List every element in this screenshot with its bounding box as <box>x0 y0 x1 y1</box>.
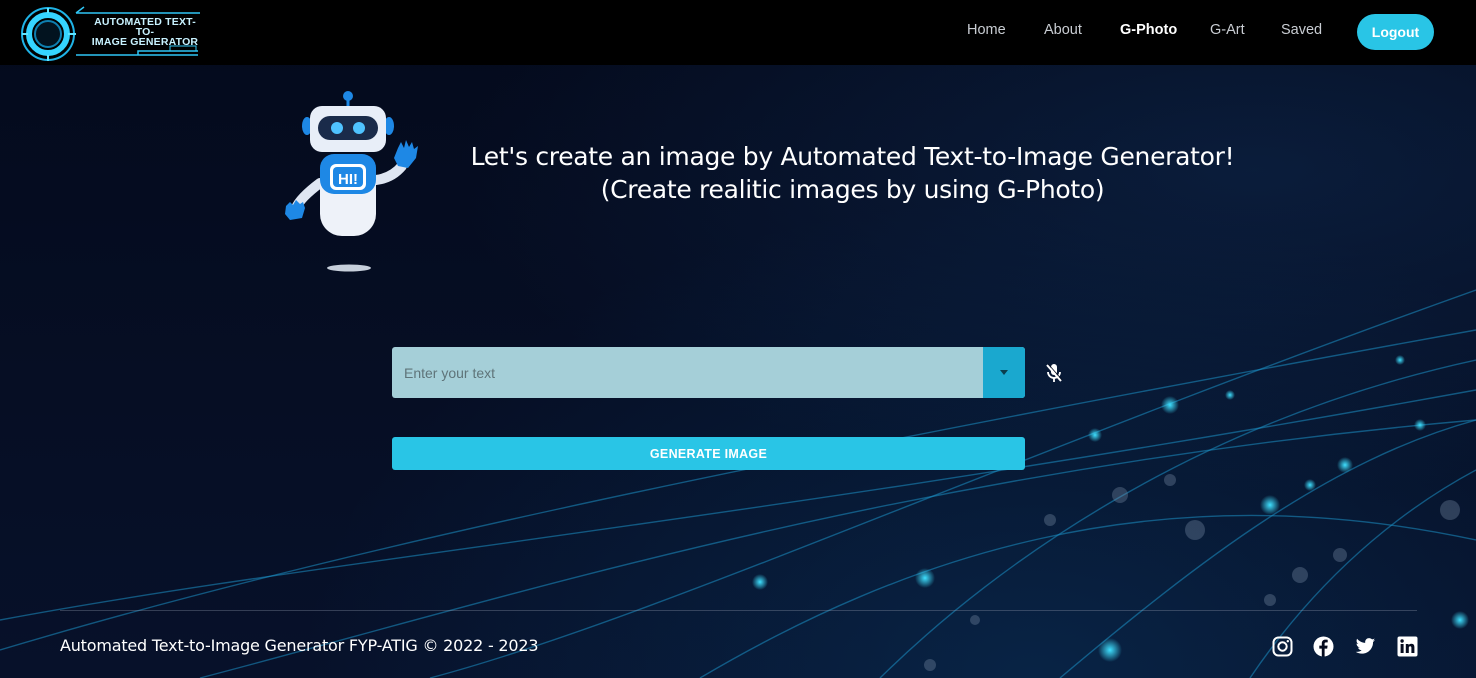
mic-off-icon[interactable] <box>1042 361 1066 385</box>
nav-gart[interactable]: G-Art <box>1210 22 1245 38</box>
robot-illustration: HI! <box>280 88 435 276</box>
robot-badge-text: HI! <box>338 171 358 188</box>
generate-image-button[interactable]: GENERATE IMAGE <box>392 437 1025 470</box>
logo-text: AUTOMATED TEXT-TO- IMAGE GENERATOR <box>89 16 201 48</box>
twitter-icon[interactable] <box>1355 636 1376 657</box>
footer-divider <box>60 610 1417 611</box>
logo-text-line1: AUTOMATED TEXT-TO- <box>94 16 196 38</box>
logo[interactable]: AUTOMATED TEXT-TO- IMAGE GENERATOR <box>18 5 203 63</box>
hero-line2: (Create realitic images by using G-Photo… <box>600 175 1105 204</box>
nav-about[interactable]: About <box>1044 22 1082 38</box>
logout-button[interactable]: Logout <box>1357 14 1434 50</box>
hero-headline: Let's create an image by Automated Text-… <box>450 140 1255 206</box>
linkedin-icon[interactable] <box>1397 636 1418 657</box>
footer-copyright: Automated Text-to-Image Generator FYP-AT… <box>60 636 539 655</box>
nav-home[interactable]: Home <box>967 22 1006 38</box>
navbar: AUTOMATED TEXT-TO- IMAGE GENERATOR Home … <box>0 0 1476 65</box>
hero-line1: Let's create an image by Automated Text-… <box>470 142 1235 171</box>
logo-text-line2: IMAGE GENERATOR <box>91 36 199 48</box>
nav-gphoto[interactable]: G-Photo <box>1120 22 1177 38</box>
background-network <box>0 0 1476 678</box>
instagram-icon[interactable] <box>1272 636 1293 657</box>
nav-saved[interactable]: Saved <box>1281 22 1322 38</box>
facebook-icon[interactable] <box>1313 636 1334 657</box>
caret-down-icon[interactable] <box>983 347 1025 398</box>
prompt-combobox <box>392 347 1025 398</box>
prompt-input[interactable] <box>392 347 982 398</box>
